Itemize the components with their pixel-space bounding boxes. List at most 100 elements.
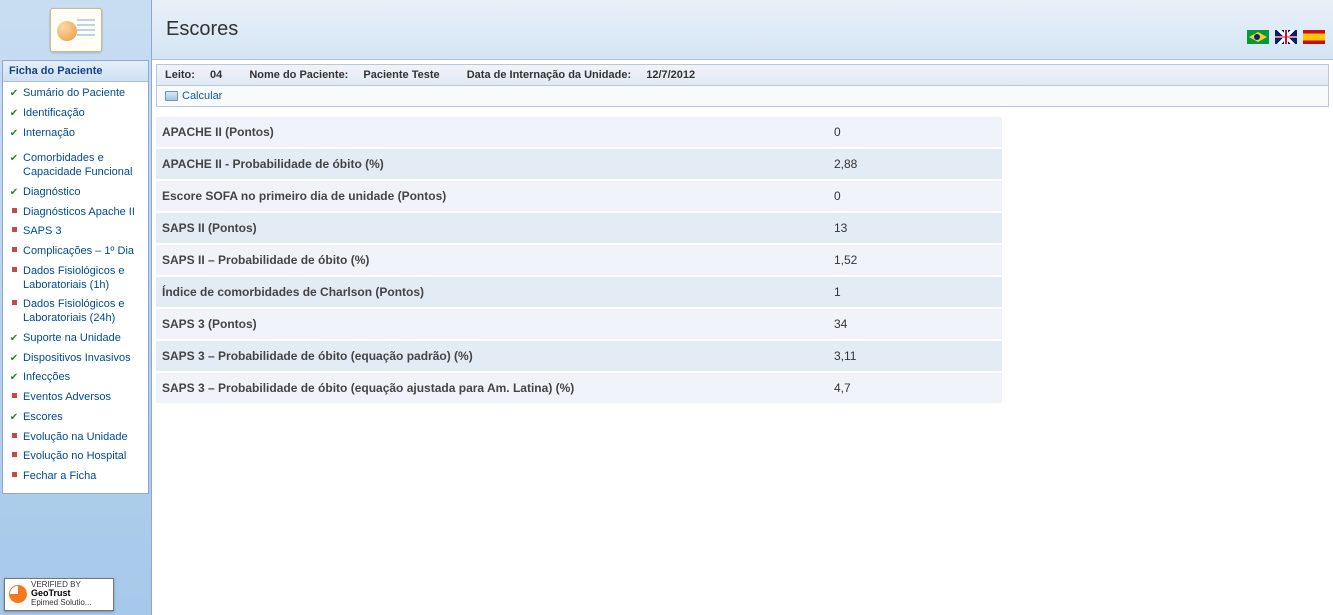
sidebar-item-label: Diagnóstico [23, 186, 80, 200]
score-label: SAPS II – Probabilidade de óbito (%) [156, 245, 828, 275]
page-title: Escores [166, 18, 238, 41]
flag-brazil-icon[interactable] [1247, 30, 1269, 44]
sidebar-item-label: Evolução no Hospital [23, 450, 126, 464]
topbar: Escores [152, 0, 1333, 60]
sidebar-item[interactable]: ✔ Diagnóstico [7, 183, 144, 203]
score-value: 1,52 [828, 245, 1002, 275]
check-icon: ✔ [9, 154, 19, 164]
trustmark-sub: Epimed Solutio... [31, 598, 91, 607]
sidebar-item[interactable]: Dados Fisiológicos e Laboratoriais (1h) [7, 262, 144, 296]
check-icon: ✔ [9, 129, 19, 139]
sidebar-header: Ficha do Paciente [3, 61, 148, 82]
flag-spain-icon[interactable] [1303, 30, 1325, 44]
bullet-square-icon [9, 300, 19, 305]
score-value: 1 [828, 277, 1002, 307]
sidebar-item-label: Sumário do Paciente [23, 87, 125, 101]
check-icon: ✔ [9, 188, 19, 198]
calculate-label: Calcular [182, 90, 222, 102]
patient-info-bar: Leito: 04 Nome do Paciente: Paciente Tes… [156, 64, 1329, 86]
sidebar-logo-area [0, 0, 151, 60]
score-label: SAPS 3 – Probabilidade de óbito (equação… [156, 373, 828, 403]
score-value: 2,88 [828, 149, 1002, 179]
sidebar-item[interactable]: ✔ Comorbidades e Capacidade Funcional [7, 149, 144, 183]
bullet-square-icon [9, 227, 19, 232]
bullet-square-icon [9, 433, 19, 438]
score-value: 3,11 [828, 341, 1002, 371]
calculate-button[interactable]: Calcular [165, 90, 222, 102]
bullet-square-icon [9, 247, 19, 252]
sidebar-item-label: Escores [23, 411, 63, 425]
sidebar-item[interactable]: ✔ Dispositivos Invasivos [7, 349, 144, 369]
sidebar-item[interactable]: Evolução na Unidade [7, 428, 144, 448]
sidebar-item-label: SAPS 3 [23, 225, 62, 239]
trustmark-badge[interactable]: VERIFIED BY GeoTrust Epimed Solutio... [4, 578, 114, 611]
sidebar-item-label: Dados Fisiológicos e Laboratoriais (1h) [23, 265, 142, 293]
sidebar-item-label: Infecções [23, 371, 70, 385]
bullet-square-icon [9, 208, 19, 213]
trustmark-icon [9, 585, 27, 603]
sidebar-item-label: Internação [23, 127, 75, 141]
score-row: Escore SOFA no primeiro dia de unidade (… [156, 179, 1002, 211]
score-row: APACHE II - Probabilidade de óbito (%)2,… [156, 147, 1002, 179]
admit-date-value: 12/7/2012 [646, 69, 695, 81]
score-row: SAPS 3 (Pontos)34 [156, 307, 1002, 339]
score-row: SAPS II – Probabilidade de óbito (%)1,52 [156, 243, 1002, 275]
sidebar-item[interactable]: ✔ Escores [7, 408, 144, 428]
score-row: SAPS 3 – Probabilidade de óbito (equação… [156, 371, 1002, 403]
sidebar-item[interactable]: Evolução no Hospital [7, 447, 144, 467]
sidebar-item[interactable]: Dados Fisiológicos e Laboratoriais (24h) [7, 295, 144, 329]
sidebar-item-label: Dispositivos Invasivos [23, 352, 131, 366]
score-value: 0 [828, 117, 1002, 147]
sidebar-item-label: Comorbidades e Capacidade Funcional [23, 152, 142, 180]
sidebar-item[interactable]: Eventos Adversos [7, 388, 144, 408]
sidebar-item-label: Complicações – 1º Dia [23, 245, 134, 259]
bullet-square-icon [9, 267, 19, 272]
score-label: Escore SOFA no primeiro dia de unidade (… [156, 181, 828, 211]
calculator-icon [165, 91, 178, 101]
score-label: APACHE II (Pontos) [156, 117, 828, 147]
scores-table: APACHE II (Pontos)0APACHE II - Probabili… [156, 115, 1002, 403]
check-icon: ✔ [9, 413, 19, 423]
score-label: APACHE II - Probabilidade de óbito (%) [156, 149, 828, 179]
patient-name-value: Paciente Teste [363, 69, 439, 81]
sidebar-item-label: Suporte na Unidade [23, 332, 121, 346]
score-label: Índice de comorbidades de Charlson (Pont… [156, 277, 828, 307]
score-value: 0 [828, 181, 1002, 211]
score-value: 13 [828, 213, 1002, 243]
bullet-square-icon [9, 472, 19, 477]
score-label: SAPS 3 (Pontos) [156, 309, 828, 339]
main-content: Escores Leito: 04 Nome do Paciente: Paci… [152, 0, 1333, 615]
sidebar-item[interactable]: Diagnósticos Apache II [7, 203, 144, 223]
bullet-square-icon [9, 393, 19, 398]
sidebar-item[interactable]: ✔ Internação [7, 124, 144, 144]
score-label: SAPS II (Pontos) [156, 213, 828, 243]
check-icon: ✔ [9, 334, 19, 344]
sidebar-item-label: Evolução na Unidade [23, 431, 128, 445]
sidebar-item[interactable]: SAPS 3 [7, 222, 144, 242]
score-row: APACHE II (Pontos)0 [156, 115, 1002, 147]
sidebar-item-label: Dados Fisiológicos e Laboratoriais (24h) [23, 298, 142, 326]
check-icon: ✔ [9, 354, 19, 364]
sidebar-item[interactable]: ✔ Identificação [7, 104, 144, 124]
sidebar: Ficha do Paciente ✔Sumário do Paciente✔I… [0, 0, 152, 615]
sidebar-item[interactable]: Complicações – 1º Dia [7, 242, 144, 262]
sidebar-item[interactable]: ✔Infecções [7, 368, 144, 388]
sidebar-item[interactable]: Fechar a Ficha [7, 467, 144, 487]
sidebar-item[interactable]: ✔Sumário do Paciente [7, 84, 144, 104]
sidebar-item-label: Diagnósticos Apache II [23, 206, 135, 220]
sidebar-panel: Ficha do Paciente ✔Sumário do Paciente✔I… [2, 60, 149, 494]
sidebar-item-label: Fechar a Ficha [23, 470, 96, 484]
score-value: 4,7 [828, 373, 1002, 403]
admit-date-label: Data de Internação da Unidade: [467, 69, 631, 81]
sidebar-item[interactable]: ✔ Suporte na Unidade [7, 329, 144, 349]
score-value: 34 [828, 309, 1002, 339]
check-icon: ✔ [9, 109, 19, 119]
bed-label: Leito: [165, 69, 195, 81]
sidebar-item-label: Identificação [23, 107, 85, 121]
trustmark-verified: VERIFIED BY [31, 580, 81, 589]
language-flags [1247, 30, 1325, 44]
score-row: SAPS II (Pontos)13 [156, 211, 1002, 243]
flag-uk-icon[interactable] [1275, 30, 1297, 44]
patient-card-icon [50, 8, 102, 52]
bullet-square-icon [9, 452, 19, 457]
